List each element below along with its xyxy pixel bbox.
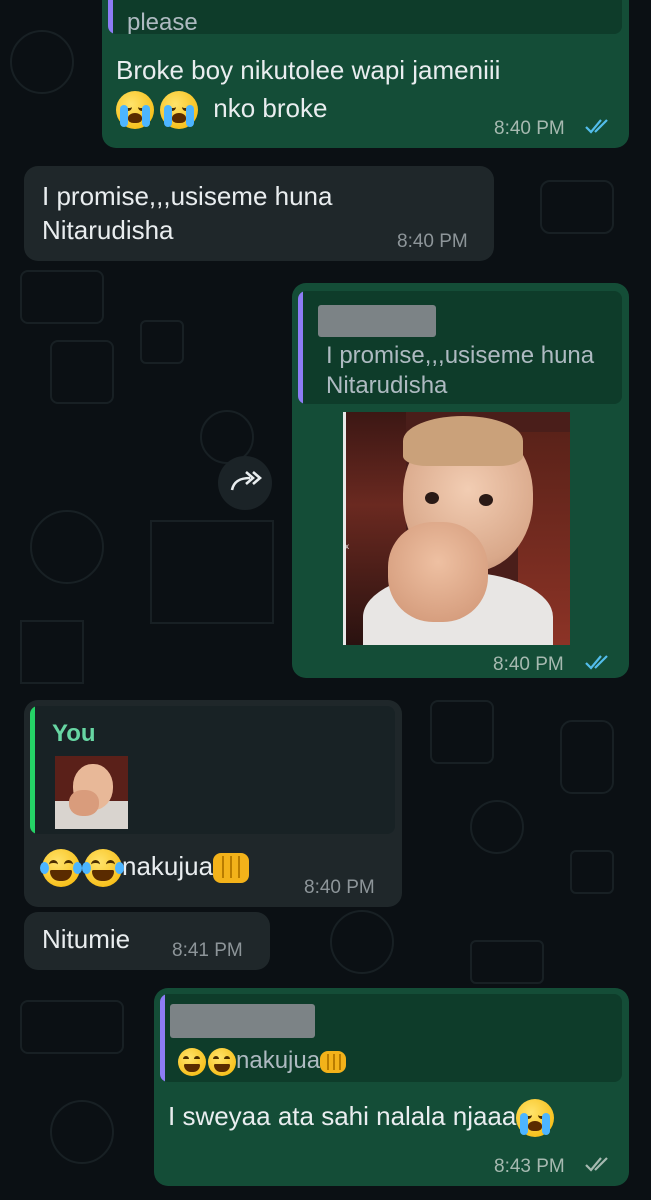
quoted-gif-thumbnail — [55, 756, 128, 829]
message-text: I promise,,,usiseme huna — [42, 181, 333, 211]
message-time: 8:40 PM — [397, 231, 468, 252]
redacted-sender-name — [170, 1004, 315, 1038]
quoted-author: You — [52, 720, 96, 747]
message-time: 8:40 PM — [304, 877, 375, 898]
read-receipt-icon — [585, 655, 608, 670]
message-bubble-incoming[interactable]: I promise,,,usiseme huna Nitarudisha 8:4… — [24, 166, 494, 261]
message-time: 8:43 PM — [494, 1156, 565, 1177]
loudly-crying-face-icon — [116, 91, 154, 130]
message-text: Broke boy nikutolee wapi jameniii — [116, 55, 501, 85]
message-time: 8:40 PM — [493, 654, 564, 675]
message-text-line: I sweyaa ata sahi nalala njaaa — [168, 1098, 555, 1138]
quoted-text: please — [127, 9, 198, 34]
quoted-message[interactable]: nakujua — [160, 994, 622, 1082]
message-text-line: nakujua — [40, 848, 250, 888]
quoted-message[interactable]: You — [30, 706, 395, 834]
gif-thumbnail[interactable]: x — [343, 412, 570, 645]
message-time: 8:40 PM — [494, 118, 565, 139]
message-text-suffix: nko broke — [213, 93, 328, 123]
message-bubble-incoming[interactable]: Nitumie 8:41 PM — [24, 912, 270, 970]
quoted-text: nakujua — [236, 1047, 321, 1074]
loudly-crying-face-icon — [516, 1099, 555, 1138]
quoted-message[interactable]: please — [108, 0, 622, 34]
forward-button[interactable] — [218, 456, 272, 510]
quoted-text-line2: Nitarudisha — [326, 372, 448, 399]
forward-icon — [230, 471, 262, 491]
quoted-text-line: nakujua — [178, 1046, 347, 1076]
quoted-text: I promise,,,usiseme huna — [326, 342, 595, 369]
face-with-tears-of-joy-icon — [82, 849, 124, 888]
face-with-tears-of-joy-icon — [178, 1047, 206, 1076]
message-bubble-outgoing[interactable]: please Broke boy nikutolee wapi jameniii… — [102, 0, 629, 148]
message-text-line2: nko broke — [116, 90, 328, 130]
face-with-tears-of-joy-icon — [208, 1047, 236, 1076]
message-bubble-outgoing[interactable]: nakujua I sweyaa ata sahi nalala njaaa 8… — [154, 988, 629, 1186]
message-text: Nitumie — [42, 924, 131, 954]
message-time: 8:41 PM — [172, 940, 243, 961]
redacted-sender-name — [318, 305, 436, 337]
read-receipt-icon — [585, 119, 608, 134]
message-text: I sweyaa ata sahi nalala njaaa — [168, 1101, 517, 1131]
quoted-message[interactable]: I promise,,,usiseme huna Nitarudisha — [298, 291, 622, 404]
message-bubble-outgoing-media[interactable]: I promise,,,usiseme huna Nitarudisha x 8… — [292, 283, 629, 678]
message-text: nakujua — [122, 851, 214, 881]
oncoming-fist-icon — [320, 1050, 347, 1073]
message-bubble-incoming[interactable]: You nakujua 8:40 PM — [24, 700, 402, 907]
delivered-receipt-icon — [585, 1157, 608, 1172]
loudly-crying-face-icon — [160, 91, 198, 130]
face-with-tears-of-joy-icon — [40, 849, 82, 888]
message-text-line2: Nitarudisha — [42, 215, 174, 245]
oncoming-fist-icon — [213, 853, 250, 884]
